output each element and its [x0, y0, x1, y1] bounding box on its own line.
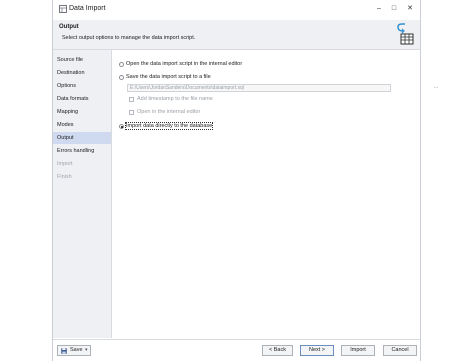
- data-import-icon: [59, 5, 67, 13]
- window-title: Data Import: [69, 5, 106, 12]
- maximize-icon[interactable]: □: [388, 3, 400, 15]
- import-direct-label[interactable]: Import data directly to the database: [124, 122, 214, 130]
- sidebar-item-mapping[interactable]: Mapping: [53, 106, 111, 118]
- sidebar-item-options[interactable]: Options: [53, 80, 111, 92]
- sidebar-item-import: Import: [57, 161, 73, 167]
- page-header: Output Select output options to manage t…: [53, 20, 420, 50]
- save-button[interactable]: Save ▾: [57, 345, 91, 356]
- sidebar-item-output[interactable]: Output: [53, 132, 111, 144]
- sidebar-item-source-file[interactable]: Source file: [53, 54, 111, 66]
- file-path-input[interactable]: E:\Users\JordanSanders\Documents\dataimp…: [127, 84, 391, 92]
- open-internal-checkbox[interactable]: [129, 110, 134, 115]
- output-options-panel: Open the data import script in the inter…: [112, 50, 438, 338]
- data-import-window: Data Import – □ ✕ Output Select output o…: [52, 0, 438, 362]
- table-import-icon: [397, 23, 414, 45]
- import-button[interactable]: Import: [341, 345, 375, 356]
- open-editor-label[interactable]: Open the data import script in the inter…: [126, 61, 242, 67]
- close-icon[interactable]: ✕: [404, 3, 416, 15]
- next-button[interactable]: Next >: [300, 345, 334, 356]
- sidebar-item-data-formats[interactable]: Data formats: [53, 93, 111, 105]
- import-direct-radio[interactable]: [119, 124, 124, 129]
- floppy-disk-icon: [61, 348, 67, 354]
- save-file-radio[interactable]: [119, 75, 124, 80]
- title-bar: Data Import – □ ✕: [53, 0, 420, 20]
- wizard-sidebar: Source file Destination Options Data for…: [53, 50, 112, 338]
- browse-button[interactable]: ...: [432, 84, 440, 92]
- add-timestamp-checkbox[interactable]: [129, 97, 134, 102]
- wizard-footer: Save ▾ < Back Next > Import Cancel: [53, 339, 420, 362]
- sidebar-item-finish: Finish: [57, 174, 72, 180]
- sidebar-item-destination[interactable]: Destination: [53, 67, 111, 79]
- cancel-button[interactable]: Cancel: [383, 345, 417, 356]
- add-timestamp-label[interactable]: Add timestamp to the file name: [137, 96, 213, 102]
- sidebar-item-modes[interactable]: Modes: [53, 119, 111, 131]
- open-internal-label[interactable]: Open in the internal editor: [137, 109, 200, 115]
- back-button[interactable]: < Back: [262, 345, 293, 356]
- save-button-label: Save: [70, 347, 83, 353]
- open-editor-radio[interactable]: [119, 62, 124, 67]
- page-title: Output: [59, 24, 79, 30]
- save-file-label[interactable]: Save the data import script to a file: [126, 74, 211, 80]
- minimize-icon[interactable]: –: [373, 3, 385, 15]
- chevron-down-icon[interactable]: ▾: [85, 347, 88, 353]
- page-subtitle: Select output options to manage the data…: [62, 35, 196, 41]
- sidebar-item-errors-handling[interactable]: Errors handling: [53, 145, 111, 157]
